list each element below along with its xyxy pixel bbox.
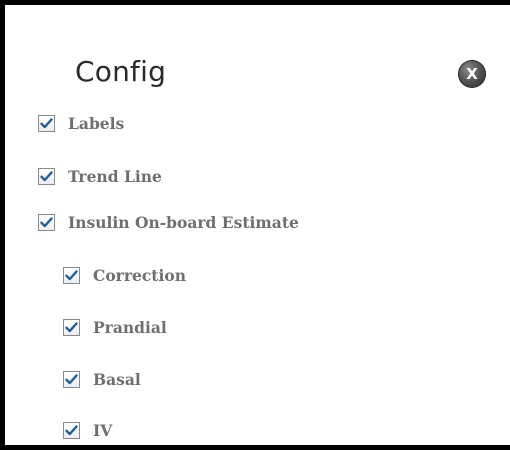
correction-label: Correction <box>93 265 186 285</box>
checkmark-icon <box>65 269 78 280</box>
insulin-estimate-label: Insulin On-board Estimate <box>68 212 299 232</box>
basal-checkbox[interactable] <box>63 370 80 388</box>
config-panel: Config X Labels Trend Line Insulin On-bo… <box>0 0 510 450</box>
iv-checkbox[interactable] <box>63 421 80 439</box>
option-correction[interactable]: Correction <box>63 264 186 286</box>
panel-title: Config <box>75 55 167 88</box>
checkmark-icon <box>40 216 53 227</box>
option-iv[interactable]: IV <box>63 419 112 441</box>
checkmark-icon <box>65 321 78 332</box>
option-basal[interactable]: Basal <box>63 368 141 390</box>
option-labels[interactable]: Labels <box>38 112 124 134</box>
iv-label: IV <box>93 420 113 440</box>
close-button[interactable]: X <box>458 60 486 88</box>
prandial-label: Prandial <box>93 317 167 337</box>
option-trend-line[interactable]: Trend Line <box>38 165 162 187</box>
labels-label: Labels <box>68 113 125 133</box>
prandial-checkbox[interactable] <box>63 318 80 336</box>
checkmark-icon <box>40 117 53 128</box>
checkmark-icon <box>65 424 78 435</box>
trend-line-label: Trend Line <box>68 166 162 186</box>
checkmark-icon <box>40 170 53 181</box>
trend-line-checkbox[interactable] <box>38 167 55 185</box>
labels-checkbox[interactable] <box>38 114 55 132</box>
checkmark-icon <box>65 373 78 384</box>
option-prandial[interactable]: Prandial <box>63 316 167 338</box>
close-icon: X <box>466 65 478 83</box>
insulin-estimate-checkbox[interactable] <box>38 213 55 231</box>
option-insulin-estimate[interactable]: Insulin On-board Estimate <box>38 211 299 233</box>
correction-checkbox[interactable] <box>63 266 80 284</box>
basal-label: Basal <box>93 369 141 389</box>
